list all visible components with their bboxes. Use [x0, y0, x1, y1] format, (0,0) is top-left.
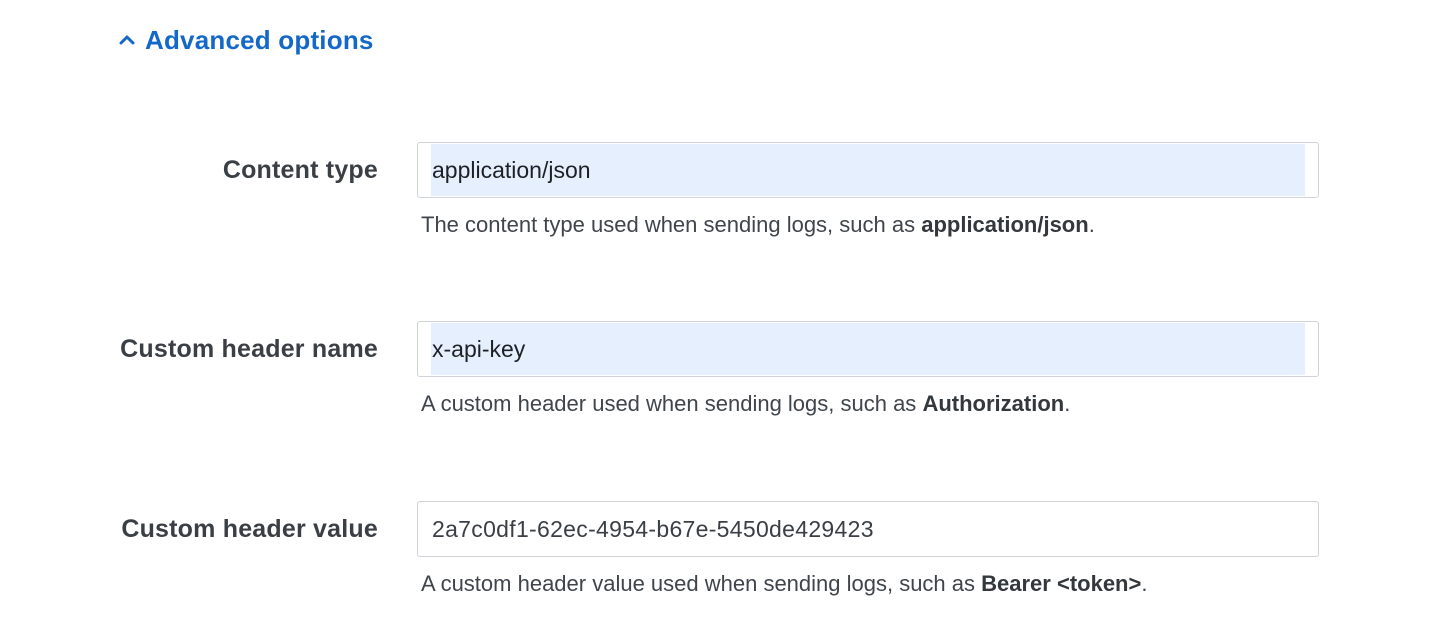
help-example: application/json — [921, 212, 1089, 237]
content-type-help: The content type used when sending logs,… — [421, 212, 1095, 238]
content-type-input[interactable]: application/json — [417, 142, 1319, 198]
custom-header-name-value: x-api-key — [432, 335, 526, 362]
content-type-value: application/json — [432, 156, 591, 183]
custom-header-value-input[interactable]: 2a7c0df1-62ec-4954-b67e-5450de429423 — [417, 501, 1319, 557]
custom-header-name-row: Custom header name x-api-key A custom he… — [0, 321, 1444, 441]
help-suffix: . — [1141, 571, 1148, 596]
help-suffix: . — [1064, 391, 1071, 416]
custom-header-value-value: 2a7c0df1-62ec-4954-b67e-5450de429423 — [432, 515, 874, 542]
help-example: Authorization — [922, 391, 1065, 416]
custom-header-value-label: Custom header value — [121, 514, 378, 543]
advanced-options-panel: Advanced options Content type applicatio… — [0, 0, 1444, 644]
custom-header-name-input[interactable]: x-api-key — [417, 321, 1319, 377]
help-text: The content type used when sending logs,… — [421, 212, 922, 237]
custom-header-value-row: Custom header value 2a7c0df1-62ec-4954-b… — [0, 501, 1444, 621]
custom-header-value-help: A custom header value used when sending … — [421, 571, 1147, 597]
help-example: Bearer <token> — [981, 571, 1142, 596]
help-suffix: . — [1088, 212, 1095, 237]
content-type-row: Content type application/json The conten… — [0, 142, 1444, 262]
autofill-highlight — [431, 323, 1305, 375]
custom-header-name-label: Custom header name — [120, 334, 378, 363]
content-type-label: Content type — [222, 155, 378, 184]
chevron-up-icon — [118, 31, 136, 49]
help-text: A custom header used when sending logs, … — [421, 391, 923, 416]
advanced-options-label: Advanced options — [145, 24, 374, 55]
help-text: A custom header value used when sending … — [421, 571, 982, 596]
custom-header-name-help: A custom header used when sending logs, … — [421, 391, 1070, 417]
advanced-options-toggle[interactable]: Advanced options — [118, 22, 374, 58]
